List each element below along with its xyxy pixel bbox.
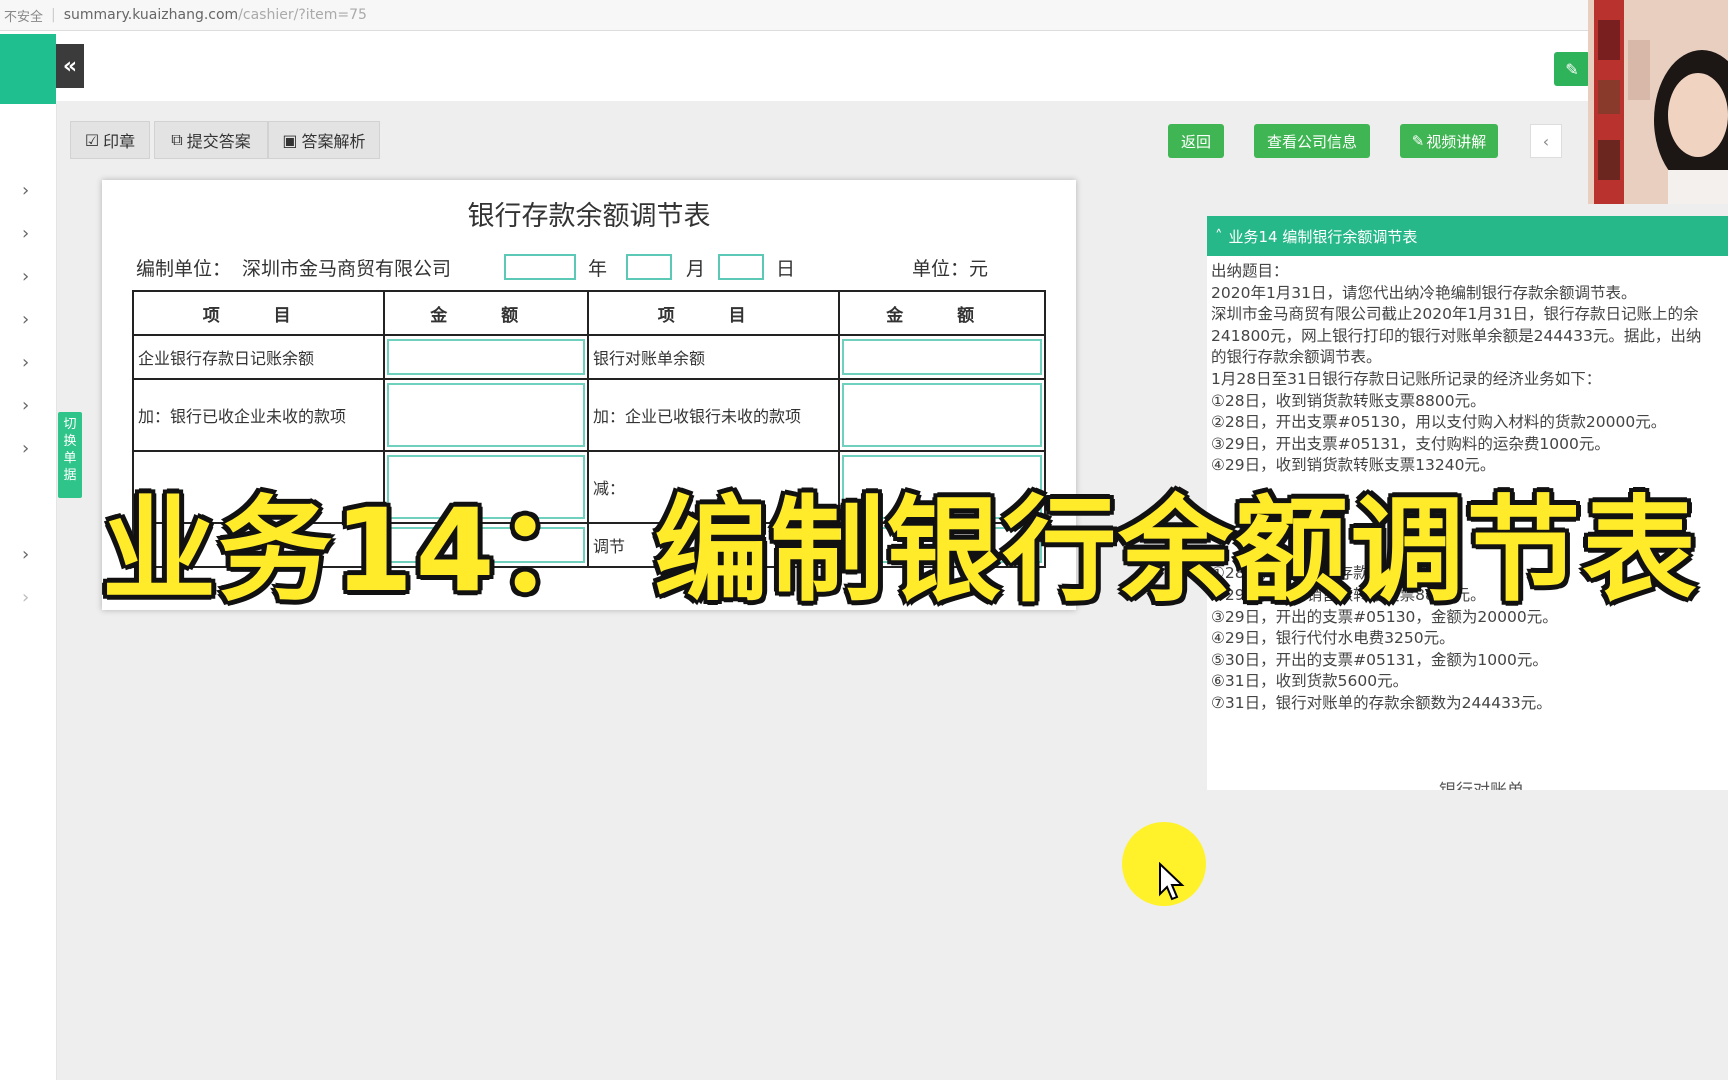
video-label: 视频讲解	[1426, 132, 1487, 151]
sidebar-chevron-icon[interactable]: ›	[22, 438, 29, 459]
brand-corner	[0, 34, 56, 104]
seal-button[interactable]: ☑ 印章	[70, 121, 150, 159]
url-host: summary.kuaizhang.com	[63, 7, 239, 23]
task-panel-header[interactable]: ˄ 业务14 编制银行余额调节表	[1207, 216, 1728, 256]
task-line: ②28日，开出支票#05130，用以支付购入材料的货款20000元。	[1211, 413, 1667, 432]
currency-unit: 单位：元	[912, 258, 989, 280]
row-label: 加：银行已收企业未收的款项	[131, 378, 386, 452]
table-header-row: 项 目 金 额 项 目 金 额	[131, 290, 1046, 336]
task-line: ⑦31日，银行对账单的存款余额数为244433元。	[1211, 693, 1552, 712]
task-line: 深圳市金马商贸有限公司截止2020年1月31日，银行存款日记账上的余	[1211, 305, 1699, 324]
column-header: 项 目	[131, 290, 386, 336]
task-line: 1月28日至31日银行存款日记账所记录的经济业务如下：	[1211, 369, 1602, 388]
sidebar-chevron-icon[interactable]: ›	[22, 587, 29, 608]
url-path: /cashier/?item=75	[238, 7, 367, 23]
task-line: 的银行存款余额调节表。	[1211, 348, 1382, 367]
sidebar-chevron-icon[interactable]: ›	[22, 395, 29, 416]
address-separator: |	[51, 7, 56, 23]
switch-document-tab[interactable]: 切换单据	[58, 412, 82, 498]
year-input[interactable]	[504, 254, 576, 280]
day-input[interactable]	[718, 254, 764, 280]
save-icon: ▣	[282, 130, 298, 150]
video-caption: 业务14： 编制银行余额调节表	[102, 484, 1699, 617]
sidebar-chevron-icon[interactable]: ›	[22, 309, 29, 330]
pencil-icon: ✎	[1565, 59, 1579, 79]
task-line: 241800元，网上银行打印的银行对账单余额是244433元。据此，出纳	[1211, 326, 1702, 345]
company-name: 深圳市金马商贸有限公司	[242, 258, 452, 280]
insecure-label: 不安全	[4, 9, 44, 25]
double-chevron-left-icon: «	[62, 53, 78, 79]
amount-cell	[838, 334, 1046, 380]
chevron-up-icon: ˄	[1215, 227, 1223, 245]
sidebar: › › › › › › › › ›	[0, 104, 57, 1080]
submit-answer-button[interactable]: ⧉ 提交答案	[154, 121, 268, 159]
table-row: 企业银行存款日记账余额 银行对账单余额	[131, 334, 1046, 380]
task-line: 2020年1月31日，请您代出纳冷艳编制银行存款余额调节表。	[1211, 283, 1637, 302]
video-explain-button[interactable]: ✎ 视频讲解	[1400, 124, 1498, 158]
company-info-button[interactable]: 查看公司信息	[1254, 124, 1370, 158]
sidebar-chevron-icon[interactable]: ›	[22, 223, 29, 244]
row-label: 加：企业已收银行未收的款项	[586, 378, 841, 452]
task-line: ④29日，银行代付水电费3250元。	[1211, 629, 1455, 648]
browser-address-bar[interactable]: 不安全 | summary.kuaizhang.com /cashier/?it…	[0, 0, 1728, 31]
task-line: 出纳题目：	[1211, 262, 1289, 280]
task-line: ①28日，收到销货款转账支票8800元。	[1211, 391, 1486, 410]
month-input[interactable]	[626, 254, 672, 280]
header-edit-button[interactable]: ✎	[1554, 52, 1590, 86]
answer-analysis-button[interactable]: ▣ 答案解析	[268, 121, 380, 159]
webcam-overlay	[1588, 0, 1728, 204]
task-line: ⑤30日，开出的支票#05131，金额为1000元。	[1211, 650, 1548, 669]
sidebar-chevron-icon[interactable]: ›	[22, 266, 29, 287]
amount-input[interactable]	[387, 339, 585, 375]
sidebar-chevron-icon[interactable]: ›	[22, 544, 29, 565]
column-header: 金 额	[383, 290, 589, 336]
row-label: 企业银行存款日记账余额	[131, 334, 386, 380]
amount-input[interactable]	[387, 383, 585, 447]
month-label: 月	[686, 258, 706, 280]
bank-statement-heading: 银行对账单	[1439, 776, 1524, 790]
external-link-icon: ⧉	[171, 130, 183, 149]
mouse-cursor-icon	[1159, 862, 1185, 901]
amount-cell	[383, 334, 589, 380]
prev-button[interactable]: ‹	[1530, 124, 1562, 158]
column-header: 金 额	[838, 290, 1046, 336]
amount-input[interactable]	[842, 339, 1042, 375]
sidebar-chevron-icon[interactable]: ›	[22, 352, 29, 373]
analysis-label: 答案解析	[301, 132, 366, 151]
pencil-icon: ✎	[1411, 132, 1425, 150]
day-label: 日	[776, 258, 796, 280]
task-line: ③29日，开出支票#05131，支付购料的运杂费1000元。	[1211, 434, 1610, 453]
year-label: 年	[588, 258, 608, 280]
unit-label: 编制单位：	[136, 258, 232, 280]
table-row: 加：银行已收企业未收的款项 加：企业已收银行未收的款项	[131, 378, 1046, 452]
sidebar-chevron-icon[interactable]: ›	[22, 180, 29, 201]
top-header	[0, 31, 1728, 101]
seal-label: 印章	[103, 132, 136, 151]
edit-icon: ☑	[84, 130, 100, 150]
collapse-sidebar-button[interactable]: «	[56, 44, 84, 88]
back-button[interactable]: 返回	[1168, 124, 1224, 158]
amount-cell	[838, 378, 1046, 452]
amount-input[interactable]	[842, 383, 1042, 447]
row-label: 银行对账单余额	[586, 334, 841, 380]
submit-label: 提交答案	[186, 132, 251, 151]
task-panel-title: 业务14 编制银行余额调节表	[1228, 227, 1418, 246]
form-title: 银行存款余额调节表	[467, 201, 711, 232]
amount-cell	[383, 378, 589, 452]
presenter-video	[1588, 0, 1728, 204]
column-header: 项 目	[586, 290, 841, 336]
task-line: ⑥31日，收到货款5600元。	[1211, 672, 1409, 691]
chevron-left-icon: ‹	[1542, 131, 1550, 151]
